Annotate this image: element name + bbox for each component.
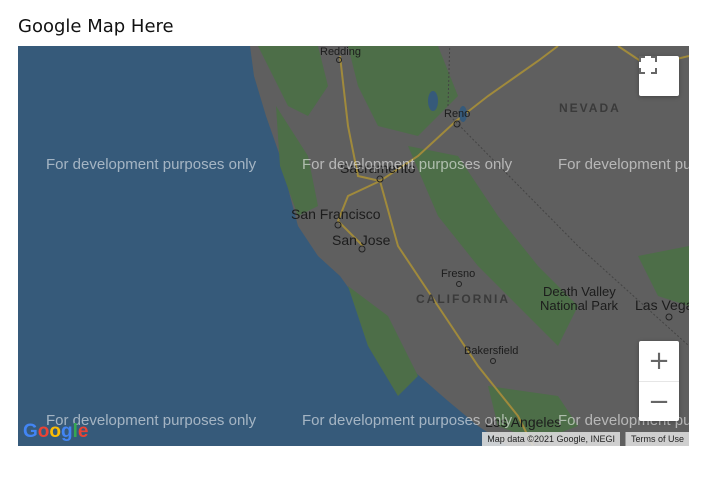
fullscreen-icon [639,56,657,74]
google-logo[interactable]: Google [23,421,88,443]
zoom-out-button[interactable]: − [639,382,679,421]
forest [258,46,328,116]
forest [348,46,458,136]
city-label-san-jose: San Jose [332,232,391,248]
map-attribution: Map data ©2021 Google, INEGI [482,432,620,446]
city-label-las-vegas: Las Vegas [635,297,689,313]
city-label-bakersfield: Bakersfield [464,345,519,357]
zoom-in-button[interactable]: + [639,341,679,382]
dev-watermark: For development purposes only [558,156,689,173]
zoom-control: + − [639,341,679,421]
forest [408,146,578,346]
state-label-california: CALIFORNIA [416,292,510,306]
city-label-redding: Redding [320,46,361,58]
dev-watermark: For development purposes only [302,412,513,429]
dev-watermark: For development purposes only [46,156,257,173]
dev-watermark: For development purposes only [302,156,513,173]
fullscreen-button[interactable] [639,56,679,96]
page-title: Google Map Here [18,16,174,37]
city-label-national-park: National Park [540,298,619,313]
city-label-fresno: Fresno [441,268,476,280]
city-label-death-valley: Death Valley [543,284,616,299]
city-label-san-francisco: San Francisco [291,206,381,222]
city-label-reno: Reno [444,108,471,120]
google-map[interactable]: Redding Reno Sacramento San Francisco Sa… [18,46,689,446]
state-label-nevada: NEVADA [559,101,621,115]
terms-of-use-link[interactable]: Terms of Use [624,432,689,446]
